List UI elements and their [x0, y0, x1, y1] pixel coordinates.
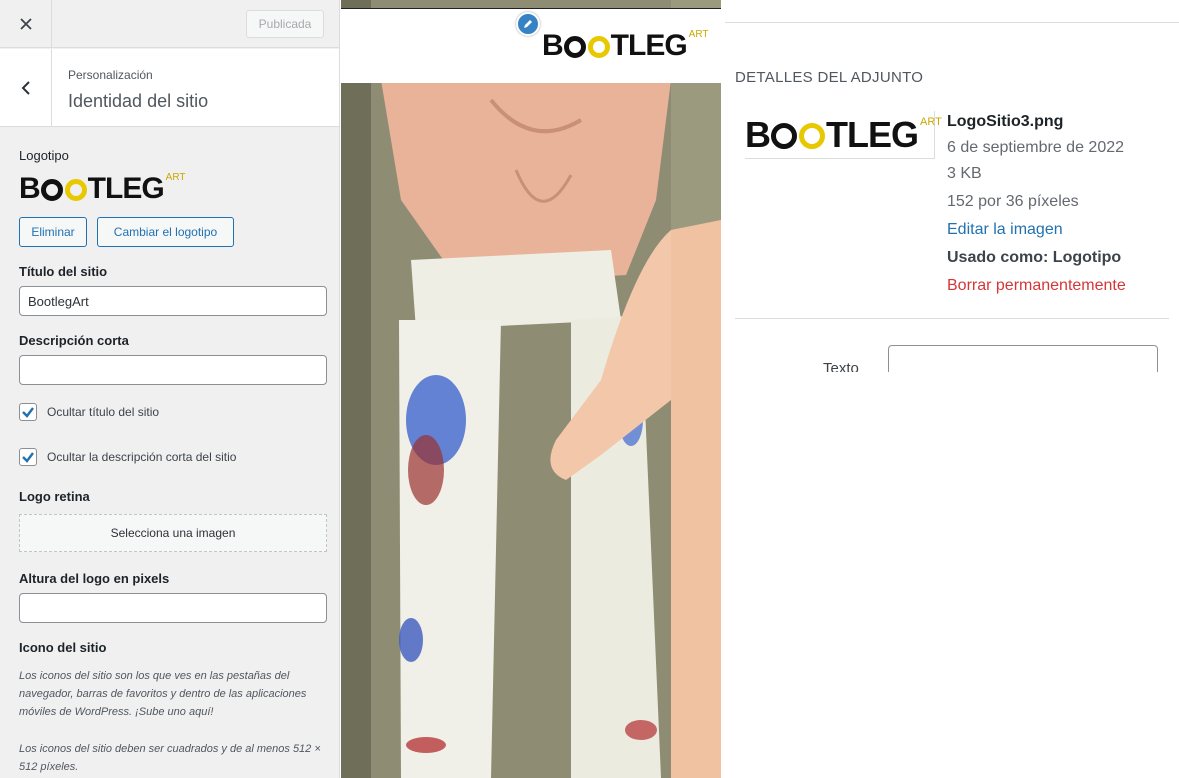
site-logo: B TLEG ART: [19, 172, 186, 208]
logo-superscript: ART: [165, 172, 186, 183]
retina-logo-select-button[interactable]: Selecciona una imagen: [19, 514, 327, 552]
attachment-details-heading: DETALLES DEL ADJUNTO: [735, 69, 924, 86]
hide-title-label: Ocultar título del sitio: [47, 405, 160, 419]
logo-text-tleg: TLEG: [87, 172, 165, 205]
preview-site-header: B TLEG ART: [341, 8, 721, 83]
attachment-date: 6 de septiembre de 2022: [947, 139, 1125, 156]
delete-permanently-link[interactable]: Borrar permanentemente: [947, 277, 1126, 295]
section-header: Personalización Identidad del sitio: [0, 49, 339, 127]
logo-circle-yellow: [799, 123, 825, 149]
pencil-icon: [524, 20, 532, 28]
hide-title-checkbox[interactable]: [19, 403, 37, 421]
customizer-sidebar: Publicada Personalización Identidad del …: [0, 0, 340, 778]
site-title-input[interactable]: BootlegArt: [19, 286, 327, 316]
close-icon: [19, 18, 32, 30]
tagline-label: Descripción corta: [19, 333, 129, 348]
attachment-details-panel: DETALLES DEL ADJUNTO B TLEG ART LogoSiti…: [725, 22, 1179, 372]
section-title: Identidad del sitio: [68, 91, 209, 111]
logo-circle-black: [563, 36, 586, 58]
preview-site-logo[interactable]: B TLEG ART: [542, 29, 709, 65]
site-icon-label: Icono del sitio: [19, 640, 107, 655]
hide-tagline-checkbox[interactable]: [19, 448, 37, 466]
logo-superscript: ART: [920, 116, 942, 128]
logo-text-b: B: [542, 29, 564, 62]
retina-logo-label: Logo retina: [19, 489, 90, 504]
remove-logo-button[interactable]: Eliminar: [19, 217, 87, 247]
attachment-used-as: Usado como: Logotipo: [947, 249, 1122, 266]
attachment-dimensions: 152 por 36 píxeles: [947, 193, 1079, 210]
logo-text-tleg: TLEG: [826, 114, 919, 155]
edit-image-link[interactable]: Editar la imagen: [947, 221, 1063, 239]
attachment-filename: LogoSitio3.png: [947, 113, 1064, 130]
preview-photo: [341, 0, 721, 778]
site-title-label: Título del sitio: [19, 264, 108, 279]
thumbnail-logo: B TLEG ART: [745, 115, 942, 155]
hide-title-checkbox-row[interactable]: Ocultar título del sitio: [19, 401, 159, 423]
tagline-input[interactable]: [19, 355, 327, 385]
site-preview: B TLEG ART: [341, 0, 721, 778]
logo-label: Logotipo: [19, 148, 69, 163]
logo-circle-yellow: [587, 36, 610, 58]
logo-text-b: B: [19, 172, 41, 205]
alt-text-label: Texto: [823, 360, 859, 372]
logo-text-b: B: [745, 114, 771, 155]
breadcrumb: Personalización: [68, 68, 153, 82]
logo-height-input[interactable]: [19, 593, 327, 623]
chevron-left-icon: [21, 81, 30, 95]
attachment-thumbnail: B TLEG ART: [745, 111, 942, 159]
checkmark-icon: [22, 452, 34, 463]
attachment-size: 3 KB: [947, 165, 982, 182]
change-logo-button[interactable]: Cambiar el logotipo: [97, 217, 234, 247]
hide-tagline-checkbox-row[interactable]: Ocultar la descripción corta del sitio: [19, 446, 236, 468]
back-button[interactable]: [0, 49, 52, 127]
logo-superscript: ART: [688, 29, 709, 40]
hide-tagline-label: Ocultar la descripción corta del sitio: [47, 450, 237, 464]
logo-circle-black: [771, 123, 797, 149]
customizer-topbar: Publicada: [0, 0, 339, 48]
divider: [735, 318, 1169, 319]
publish-button[interactable]: Publicada: [246, 10, 324, 38]
close-button[interactable]: [0, 0, 52, 48]
alt-text-input[interactable]: [888, 345, 1158, 372]
logo-circle-black: [40, 179, 63, 201]
checkmark-icon: [22, 407, 34, 418]
logo-circle-yellow: [64, 179, 87, 201]
logo-text-tleg: TLEG: [610, 29, 688, 62]
edit-logo-shortcut-button[interactable]: [516, 12, 540, 36]
site-icon-description: Los iconos del sitio son los que ves en …: [19, 670, 307, 718]
logo-height-label: Altura del logo en pixels: [19, 571, 170, 586]
site-icon-requirement: Los iconos del sitio deben ser cuadrados…: [19, 743, 321, 773]
